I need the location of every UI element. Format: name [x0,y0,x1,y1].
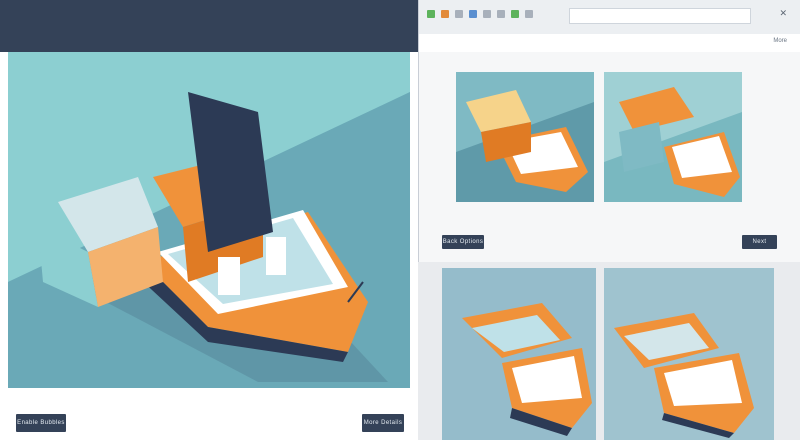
toolbar-icon[interactable] [483,10,491,18]
lower-image-2[interactable] [604,268,774,440]
toolbar-field[interactable] [569,8,751,24]
enable-bubbles-button[interactable]: Enable Bubbles [16,414,66,432]
toolbar-icon[interactable] [455,10,463,18]
boat-illustration [614,313,754,438]
boat-illustration [462,303,592,436]
boat-illustration [604,72,742,197]
thumbnail-1[interactable] [456,72,594,202]
thumbnail-2[interactable] [604,72,742,202]
toolbar-icon[interactable] [511,10,519,18]
main-panel: Enable Bubbles More Details [0,52,418,440]
next-button[interactable]: Next [742,235,777,249]
toolbar-icon[interactable] [469,10,477,18]
toolbar-icons [427,10,533,18]
toolbar-icon[interactable] [441,10,449,18]
top-header-bar [0,0,418,52]
window-header: More [419,34,800,52]
lower-image-1[interactable] [442,268,596,440]
window-header-button[interactable]: More [773,38,787,44]
boat-illustration [8,52,410,388]
toolbar-icon[interactable] [525,10,533,18]
more-details-button[interactable]: More Details [362,414,404,432]
boat-illustration [456,72,594,192]
window-toolbar: ✕ [419,0,800,35]
hero-illustration [8,52,410,388]
toolbar-icon[interactable] [427,10,435,18]
close-icon[interactable]: ✕ [779,8,787,19]
toolbar-icon[interactable] [497,10,505,18]
back-options-button[interactable]: Back Options [442,235,484,249]
